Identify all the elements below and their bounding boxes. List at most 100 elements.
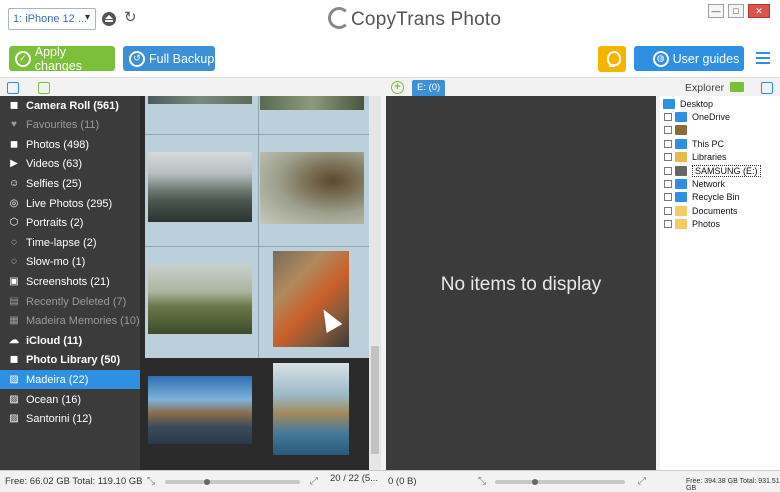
sidebar-item[interactable]: ▨ Ocean (16) [0,390,140,409]
sidebar-item[interactable]: ▦ Madeira Memories (10) [0,312,140,331]
album-icon: ▨ [9,393,19,405]
sidebar-item[interactable]: ♥ Favourites (11) [0,116,140,135]
sidebar-item[interactable]: ◼ Photos (498) [0,135,140,154]
scrollbar-thumb[interactable] [371,346,379,454]
sidebar-item[interactable]: ▶ Videos (63) [0,155,140,174]
checkbox[interactable] [664,126,672,135]
sidebar-item[interactable]: ◌ Slow-mo (1) [0,253,140,272]
explorer-item[interactable]: Photos [664,218,720,231]
zoom-slider[interactable] [165,480,300,484]
photo-thumbnail[interactable] [273,363,349,455]
sidebar-item-label: Recently Deleted (7) [26,295,127,308]
user-folder-icon [675,125,687,136]
checkbox[interactable] [664,220,672,229]
checkbox[interactable] [664,139,672,148]
photo-thumbnail[interactable] [148,264,252,334]
camera-icon: ◼ [9,354,19,366]
folder-icon [675,205,687,216]
photo-thumbnail[interactable] [260,96,364,110]
explorer-item-label: SAMSUNG (E:) [692,164,761,177]
grid-divider [145,246,373,247]
explorer-item-label: This PC [692,138,725,149]
explorer-item-label: Recycle Bin [692,192,740,203]
recycle-icon [675,192,687,203]
new-album-icon[interactable] [38,82,50,94]
grid-divider [258,96,259,358]
explorer-item[interactable]: Libraries [664,151,727,164]
sidebar-item[interactable]: ◌ Time-lapse (2) [0,233,140,252]
photo-count-text: 20 / 22 (5... [330,473,379,484]
sidebar-item[interactable]: ⬡ Portraits (2) [0,214,140,233]
folder-icon[interactable] [730,82,744,92]
apply-changes-button[interactable]: ✓ Apply changes [9,45,115,73]
collapse-panel-icon[interactable] [761,82,773,94]
shrink-icon[interactable]: ⤡ [147,477,157,487]
explorer-item[interactable]: Desktop [663,97,713,110]
close-button[interactable]: ✕ [748,4,770,18]
zoom-slider-knob[interactable] [204,479,210,485]
drive-icon [675,165,687,176]
sidebar-item[interactable]: ▣ Screenshots (21) [0,272,140,291]
sidebar-item-label: Screenshots (21) [26,275,110,288]
sidebar-item[interactable]: ▤ Recently Deleted (7) [0,292,140,311]
photo-thumbnail[interactable] [148,152,252,222]
checkbox[interactable] [664,153,672,162]
explorer-item[interactable]: Network [664,177,725,190]
checkbox[interactable] [664,166,672,175]
person-icon: ☺ [9,177,20,189]
explorer-item[interactable]: Documents [664,204,738,217]
explorer-label: Explorer [685,82,725,94]
preview-count-text: 0 (0 B) [388,476,417,487]
shrink-icon[interactable]: ⤡ [478,477,488,487]
sidebar-item[interactable]: ☺ Selfies (25) [0,174,140,193]
device-select[interactable]: 1: iPhone 12 ... ▾ [8,8,96,30]
preview-zoom-slider[interactable] [495,480,625,484]
preview-zoom-slider-knob[interactable] [532,479,538,485]
photo-grid-scrollbar[interactable] [369,96,381,470]
explorer-item[interactable]: OneDrive [664,110,730,123]
expand-icon[interactable]: ⤢ [310,477,320,487]
sidebar-item-label: Madeira (22) [26,373,89,386]
full-backup-button[interactable]: ↺ Full Backup [123,46,215,71]
photo-thumbnail[interactable] [148,96,252,104]
eject-icon[interactable] [102,12,116,26]
sidebar-item-label: Favourites (11) [26,119,100,132]
sidebar-item[interactable]: ▨ Santorini (12) [0,410,140,429]
memories-icon: ▦ [9,315,19,327]
explorer-tree: Desktop OneDrive This PC Libraries SAMSUNG (… [660,96,780,470]
refresh-icon[interactable]: ↻ [124,10,140,26]
checkbox[interactable] [664,112,672,121]
checkbox[interactable] [664,193,672,202]
checkbox[interactable] [664,179,672,188]
explorer-item[interactable]: This PC [664,137,724,150]
minimize-button[interactable]: — [708,4,724,18]
photo-thumbnail[interactable] [273,251,349,347]
photo-grid [140,96,381,470]
live-icon: ◎ [9,197,19,209]
photo-thumbnail[interactable] [260,152,364,224]
photo-thumbnail[interactable] [148,376,252,444]
expand-panel-icon[interactable] [7,82,19,94]
sidebar-item-label: Slow-mo (1) [26,256,86,269]
sidebar-item[interactable]: ◼ Camera Roll (561) [0,96,140,115]
tab-drive-e[interactable]: E: (0) [412,80,446,96]
sidebar-item[interactable]: ◎ Live Photos (295) [0,194,140,213]
backup-icon: ↺ [129,50,145,67]
checkbox[interactable] [664,206,672,215]
menu-icon[interactable] [756,52,770,64]
folder-icon [675,219,687,230]
explorer-item-label: OneDrive [692,111,731,122]
explorer-item[interactable]: SAMSUNG (E:) [664,164,761,177]
sidebar-item-label: Live Photos (295) [26,197,113,210]
sidebar-item[interactable]: ◼ Photo Library (50) [0,351,140,370]
add-icon[interactable]: + [391,81,404,94]
user-guides-button[interactable]: ◍ User guides [634,46,744,71]
sidebar-item[interactable]: ☁ iCloud (11) [0,331,140,350]
explorer-item[interactable] [664,124,692,137]
lightbulb-icon[interactable] [598,46,626,72]
expand-icon[interactable]: ⤢ [638,477,648,487]
sidebar-item[interactable]: ▨ Madeira (22) [0,370,140,390]
maximize-button[interactable]: □ [728,4,744,18]
explorer-item[interactable]: Recycle Bin [664,191,740,204]
full-backup-label: Full Backup [149,51,215,66]
